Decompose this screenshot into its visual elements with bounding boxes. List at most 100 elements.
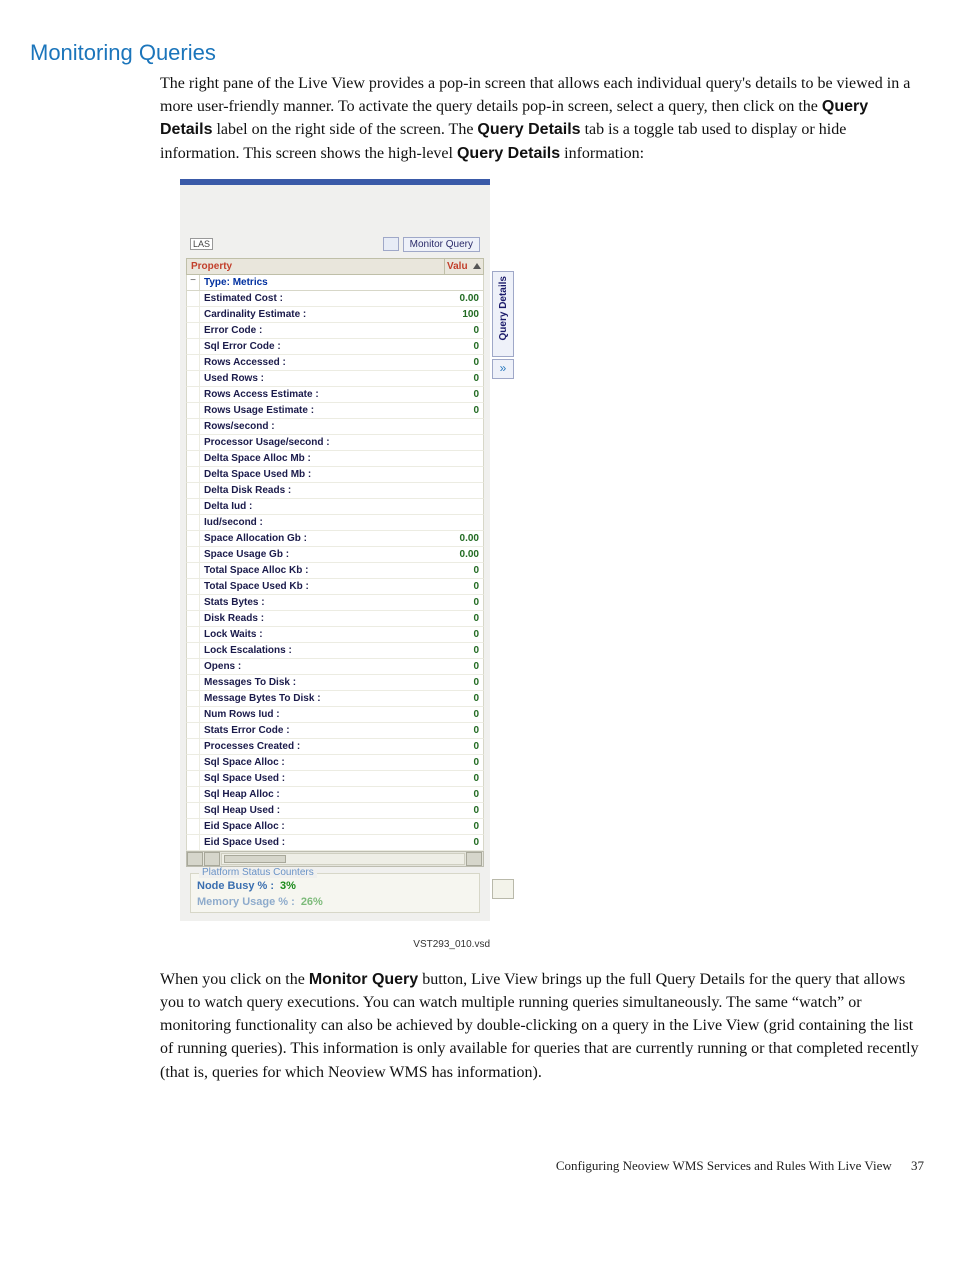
metric-name: Opens : xyxy=(200,659,445,674)
metric-row: Opens :0 xyxy=(186,659,484,675)
chevron-right-icon[interactable]: » xyxy=(492,359,514,379)
metric-row: Eid Space Alloc :0 xyxy=(186,819,484,835)
metric-row: Delta Disk Reads : xyxy=(186,483,484,499)
scroll-left-icon[interactable] xyxy=(204,852,220,866)
column-header-property[interactable]: Property xyxy=(186,258,445,275)
footer-page-number: 37 xyxy=(911,1158,924,1173)
footer-title: Configuring Neoview WMS Services and Rul… xyxy=(556,1158,892,1173)
metric-row: Space Usage Gb :0.00 xyxy=(186,547,484,563)
metric-row: Iud/second : xyxy=(186,515,484,531)
figure-source-label: VST293_010.vsd xyxy=(180,939,490,950)
psc-key: Memory Usage % : xyxy=(197,896,295,908)
text: When you click on the xyxy=(160,971,309,988)
metric-value: 0 xyxy=(445,339,483,354)
metric-row: Message Bytes To Disk :0 xyxy=(186,691,484,707)
metric-row: Processor Usage/second : xyxy=(186,435,484,451)
metric-value: 0 xyxy=(445,611,483,626)
metric-value xyxy=(445,435,483,450)
metric-value: 0.00 xyxy=(445,291,483,306)
metric-row: Disk Reads :0 xyxy=(186,611,484,627)
metric-name: Stats Bytes : xyxy=(200,595,445,610)
metric-value: 0 xyxy=(445,819,483,834)
monitor-icon xyxy=(383,237,399,251)
metric-row: Sql Space Used :0 xyxy=(186,771,484,787)
metric-name: Total Space Used Kb : xyxy=(200,579,445,594)
text: label on the right side of the screen. T… xyxy=(212,121,477,138)
metrics-section-row[interactable]: − Type: Metrics xyxy=(186,275,484,291)
section-heading: Monitoring Queries xyxy=(30,40,924,66)
collapse-icon[interactable]: − xyxy=(187,275,200,290)
platform-status-counters: Platform Status Counters Node Busy % : 3… xyxy=(190,873,480,913)
metric-name: Sql Error Code : xyxy=(200,339,445,354)
metric-name: Lock Waits : xyxy=(200,627,445,642)
metric-name: Eid Space Used : xyxy=(200,835,445,850)
metric-name: Lock Escalations : xyxy=(200,643,445,658)
metric-value xyxy=(445,499,483,514)
scroll-thumb[interactable] xyxy=(224,855,286,863)
metric-row: Total Space Alloc Kb :0 xyxy=(186,563,484,579)
query-details-panel: LAS Monitor Query Property Valu − Type: … xyxy=(180,179,490,921)
metric-value: 0 xyxy=(445,387,483,402)
metric-name: Processor Usage/second : xyxy=(200,435,445,450)
metric-name: Sql Space Alloc : xyxy=(200,755,445,770)
metric-value xyxy=(445,483,483,498)
metric-name: Error Code : xyxy=(200,323,445,338)
metric-value: 0 xyxy=(445,371,483,386)
metric-value: 0 xyxy=(445,755,483,770)
psc-row: Memory Usage % : 26% xyxy=(197,894,473,910)
metric-value: 0 xyxy=(445,563,483,578)
metric-value: 100 xyxy=(445,307,483,322)
metric-row: Sql Space Alloc :0 xyxy=(186,755,484,771)
metric-value: 0 xyxy=(445,835,483,850)
metric-row: Rows Accessed :0 xyxy=(186,355,484,371)
text: The right pane of the Live View provides… xyxy=(160,75,910,115)
metric-name: Sql Heap Alloc : xyxy=(200,787,445,802)
chart-toggle-icon[interactable] xyxy=(492,879,514,899)
column-header-value[interactable]: Valu xyxy=(445,258,484,275)
metric-value: 0.00 xyxy=(445,531,483,546)
metric-value: 0 xyxy=(445,803,483,818)
metric-value: 0 xyxy=(445,691,483,706)
metric-value xyxy=(445,451,483,466)
metric-row: Sql Heap Alloc :0 xyxy=(186,787,484,803)
metric-value: 0 xyxy=(445,659,483,674)
metric-row: Used Rows :0 xyxy=(186,371,484,387)
monitor-query-button[interactable]: Monitor Query xyxy=(403,237,480,252)
metric-name: Cardinality Estimate : xyxy=(200,307,445,322)
metric-name: Num Rows Iud : xyxy=(200,707,445,722)
metric-name: Delta Space Used Mb : xyxy=(200,467,445,482)
psc-legend: Platform Status Counters xyxy=(199,867,317,878)
metric-row: Space Allocation Gb :0.00 xyxy=(186,531,484,547)
metric-value: 0 xyxy=(445,787,483,802)
metric-value: 0 xyxy=(445,595,483,610)
metric-value: 0 xyxy=(445,627,483,642)
metric-row: Stats Error Code :0 xyxy=(186,723,484,739)
scroll-left-outer-icon[interactable] xyxy=(187,852,203,866)
metric-value: 0 xyxy=(445,739,483,754)
metric-value xyxy=(445,515,483,530)
metric-row: Rows Access Estimate :0 xyxy=(186,387,484,403)
metric-name: Delta Space Alloc Mb : xyxy=(200,451,445,466)
metric-row: Stats Bytes :0 xyxy=(186,595,484,611)
metric-row: Sql Heap Used :0 xyxy=(186,803,484,819)
scroll-right-icon[interactable] xyxy=(466,852,482,866)
metric-name: Iud/second : xyxy=(200,515,445,530)
query-details-side-tab[interactable]: Query Details xyxy=(492,271,514,357)
scroll-track[interactable] xyxy=(221,853,465,865)
metric-row: Delta Space Alloc Mb : xyxy=(186,451,484,467)
metric-name: Used Rows : xyxy=(200,371,445,386)
metric-row: Num Rows Iud :0 xyxy=(186,707,484,723)
metric-name: Disk Reads : xyxy=(200,611,445,626)
metric-name: Rows Accessed : xyxy=(200,355,445,370)
metric-row: Messages To Disk :0 xyxy=(186,675,484,691)
horizontal-scrollbar[interactable] xyxy=(186,851,484,867)
metric-value xyxy=(445,419,483,434)
metric-row: Rows Usage Estimate :0 xyxy=(186,403,484,419)
metric-name: Message Bytes To Disk : xyxy=(200,691,445,706)
metric-name: Rows Access Estimate : xyxy=(200,387,445,402)
metric-name: Stats Error Code : xyxy=(200,723,445,738)
grid-header: Property Valu xyxy=(186,258,484,275)
metric-name: Space Allocation Gb : xyxy=(200,531,445,546)
metric-row: Lock Escalations :0 xyxy=(186,643,484,659)
psc-value: 26% xyxy=(301,896,323,908)
